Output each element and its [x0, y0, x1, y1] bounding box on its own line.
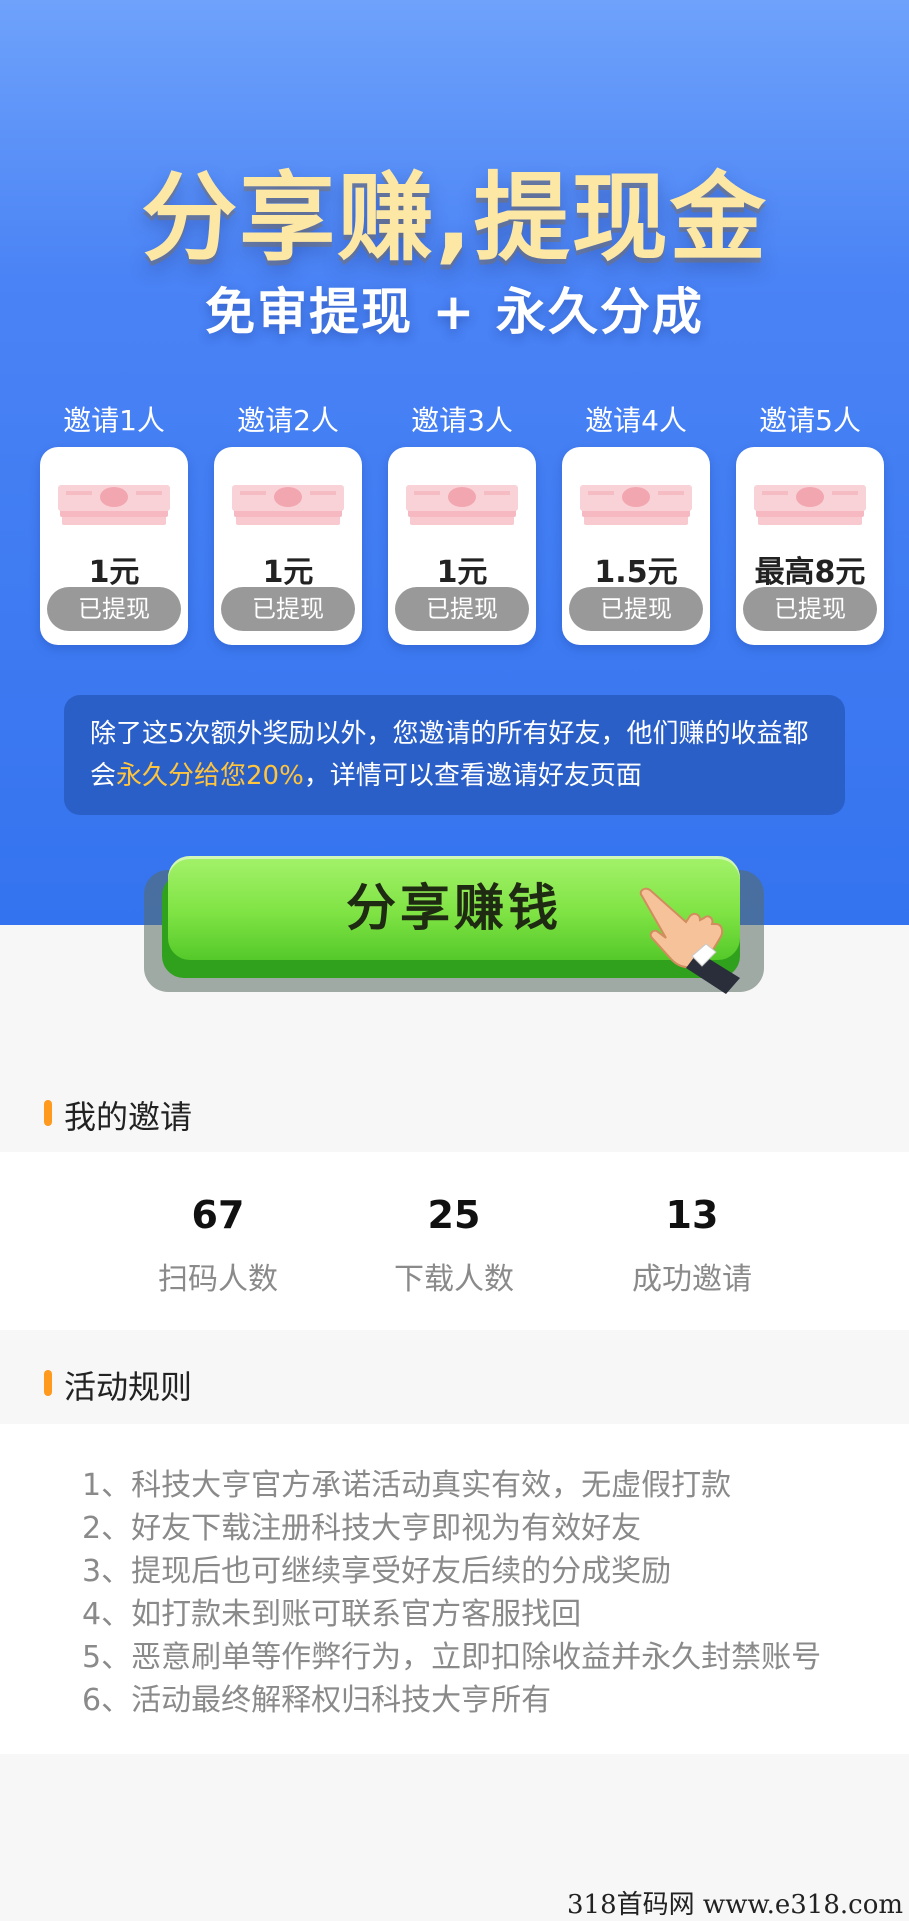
tier-card: 1.5元 已提现 [562, 447, 710, 645]
stat-label: 成功邀请 [632, 1262, 752, 1297]
tier-label: 邀请2人 [237, 404, 339, 437]
withdrawn-badge: 已提现 [221, 587, 355, 631]
tier-label: 邀请5人 [759, 404, 861, 437]
hero-subtitle: 免审提现 + 永久分成 [205, 283, 704, 341]
withdrawn-badge: 已提现 [743, 587, 877, 631]
stat-download-count: 25 下载人数 [354, 1190, 554, 1298]
tier-amount: 最高8元 [754, 555, 866, 590]
tier-amount: 1元 [88, 555, 140, 590]
money-stack-icon [58, 485, 170, 525]
tier-card: 1元 已提现 [388, 447, 536, 645]
info-highlight: 永久分给您20% [116, 761, 304, 791]
reward-tiers: 邀请1人 1元 已提现 邀请2人 1元 已提现 邀请3人 1元 已提现 邀请4人… [40, 395, 886, 650]
rule-item: 5、恶意刷单等作弊行为，立即扣除收益并永久封禁账号 [82, 1640, 822, 1675]
pointing-hand-icon [639, 887, 740, 994]
tier-amount: 1.5元 [594, 555, 678, 590]
invite-stats: 67 扫码人数 25 下载人数 13 成功邀请 [0, 1152, 909, 1330]
tier-label: 邀请4人 [585, 404, 687, 437]
stat-value: 13 [665, 1193, 719, 1237]
stat-value: 67 [191, 1193, 245, 1237]
rule-item: 2、好友下载注册科技大亨即视为有效好友 [82, 1511, 642, 1546]
my-invites-header: 我的邀请 [0, 1080, 909, 1152]
rules-list: 1、科技大亨官方承诺活动真实有效，无虚假打款 2、好友下载注册科技大亨即视为有效… [0, 1424, 909, 1754]
stat-label: 扫码人数 [158, 1262, 278, 1297]
money-stack-icon [580, 485, 692, 525]
rule-item: 3、提现后也可继续享受好友后续的分成奖励 [82, 1554, 672, 1589]
section-marker-icon [44, 1370, 52, 1396]
money-stack-icon [754, 485, 866, 525]
rule-item: 4、如打款未到账可联系官方客服找回 [82, 1597, 582, 1632]
site-watermark: 318首码网 www.e318.com [567, 1890, 903, 1920]
withdrawn-badge: 已提现 [47, 587, 181, 631]
stat-scan-count: 67 扫码人数 [118, 1190, 318, 1298]
money-stack-icon [406, 485, 518, 525]
stat-success-count: 13 成功邀请 [592, 1190, 792, 1298]
rule-item: 1、科技大亨官方承诺活动真实有效，无虚假打款 [82, 1468, 732, 1503]
hero-banner: 分享赚,提现金 免审提现 + 永久分成 邀请1人 1元 已提现 邀请2人 1元 … [0, 0, 909, 925]
my-invites-title: 我的邀请 [64, 1098, 193, 1136]
bonus-info-box: 除了这5次额外奖励以外，您邀请的所有好友，他们赚的收益都会永久分给您20%，详情… [64, 695, 845, 815]
withdrawn-badge: 已提现 [395, 587, 529, 631]
section-marker-icon [44, 1100, 52, 1126]
share-earn-cta[interactable]: 分享赚钱 [140, 846, 772, 996]
tier-card: 1元 已提现 [214, 447, 362, 645]
rule-item: 6、活动最终解释权归科技大亨所有 [82, 1683, 552, 1718]
tier-amount: 1元 [436, 555, 488, 590]
withdrawn-badge: 已提现 [569, 587, 703, 631]
rules-title: 活动规则 [64, 1368, 193, 1406]
stat-label: 下载人数 [394, 1262, 514, 1297]
stat-value: 25 [427, 1193, 481, 1237]
tier-card: 1元 已提现 [40, 447, 188, 645]
hero-title: 分享赚,提现金 [141, 162, 768, 274]
tier-label: 邀请3人 [411, 404, 513, 437]
rules-header: 活动规则 [0, 1350, 909, 1422]
tier-amount: 1元 [262, 555, 314, 590]
tier-card: 最高8元 已提现 [736, 447, 884, 645]
info-text-after: ，详情可以查看邀请好友页面 [303, 761, 642, 791]
tier-label: 邀请1人 [63, 404, 165, 437]
money-stack-icon [232, 485, 344, 525]
